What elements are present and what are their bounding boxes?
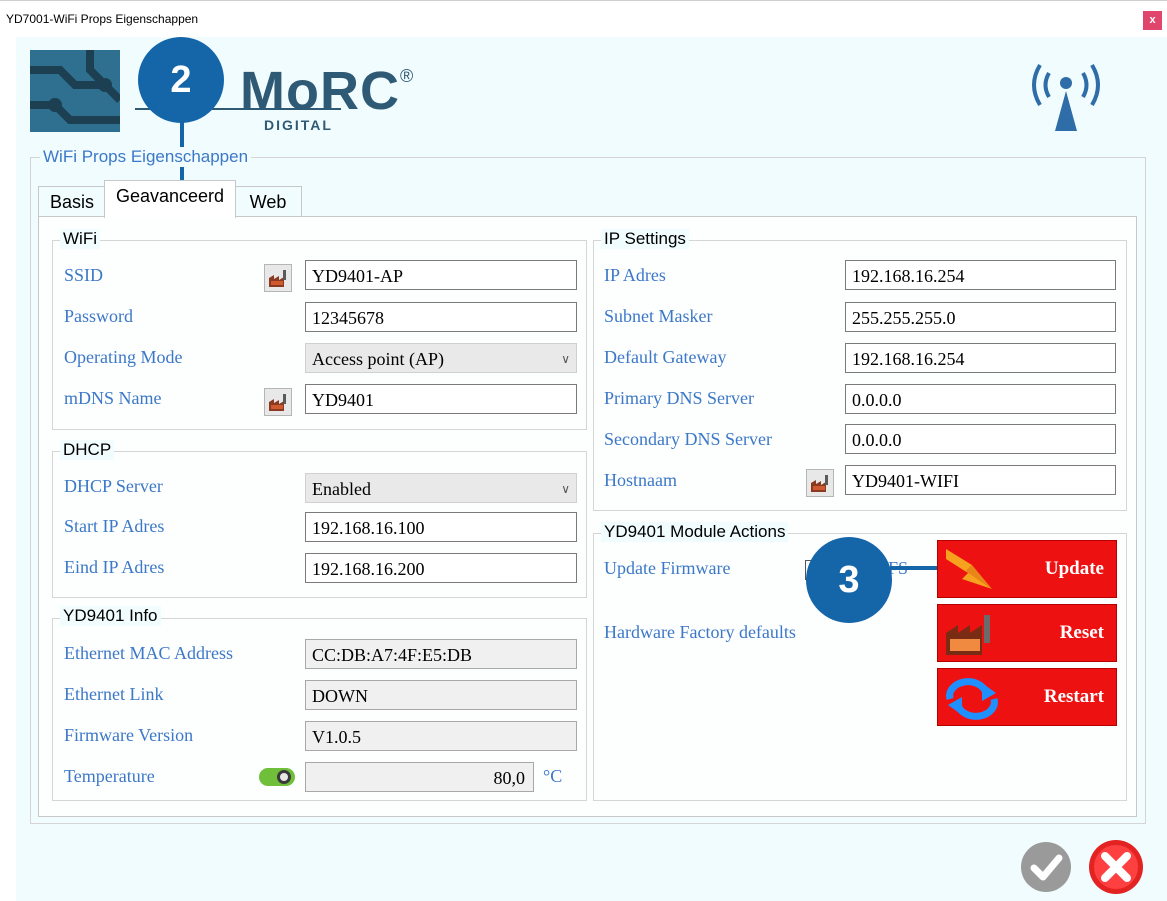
secondary-dns-input[interactable]: 0.0.0.0 <box>845 424 1116 454</box>
cancel-circle-icon[interactable] <box>1088 839 1144 895</box>
password-input[interactable]: 12345678 <box>305 302 577 332</box>
start-ip-label: Start IP Adres <box>64 516 165 536</box>
check-circle-icon[interactable] <box>1020 841 1072 893</box>
factory-icon <box>269 270 286 287</box>
update-button[interactable]: Update <box>937 540 1117 598</box>
mdns-factory-button[interactable] <box>264 388 292 416</box>
restart-button-label: Restart <box>1043 686 1104 707</box>
chevron-down-icon: ∨ <box>561 482 570 496</box>
password-label: Password <box>64 306 134 326</box>
start-ip-input[interactable]: 192.168.16.100 <box>305 512 577 542</box>
primary-dns-label: Primary DNS Server <box>604 388 754 408</box>
primary-dns-input[interactable]: 0.0.0.0 <box>845 384 1116 414</box>
dhcp-group-title: DHCP <box>60 440 115 460</box>
mdns-label: mDNS Name <box>64 388 162 408</box>
callout-2-badge: 2 <box>138 37 224 123</box>
operating-mode-label: Operating Mode <box>64 347 183 367</box>
temperature-toggle[interactable] <box>258 766 298 788</box>
ip-settings-group-title: IP Settings <box>601 229 689 249</box>
wifi-antenna-icon <box>1032 63 1100 131</box>
mac-value: CC:DB:A7:4F:E5:DB <box>305 639 577 669</box>
factory-icon <box>946 615 990 655</box>
window-titlebar: YD7001-WiFi Props Eigenschappen x <box>0 0 1167 38</box>
firmware-version-value: V1.0.5 <box>305 721 577 751</box>
update-firmware-label: Update Firmware <box>604 558 731 578</box>
ethernet-link-label: Ethernet Link <box>64 684 164 704</box>
secondary-dns-label: Secondary DNS Server <box>604 429 772 449</box>
operating-mode-value: Access point (AP) <box>312 349 444 369</box>
dhcp-server-label: DHCP Server <box>64 476 163 496</box>
tab-web[interactable]: Web <box>234 186 302 217</box>
temperature-value: 80,0 <box>305 762 534 792</box>
factory-icon <box>269 394 286 411</box>
mdns-input[interactable]: YD9401 <box>305 384 577 414</box>
module-actions-group-title: YD9401 Module Actions <box>601 522 789 542</box>
gateway-label: Default Gateway <box>604 347 727 367</box>
gateway-input[interactable]: 192.168.16.254 <box>845 343 1116 373</box>
morc-logo-icon <box>30 50 120 132</box>
dhcp-server-select[interactable]: Enabled ∨ <box>305 473 577 503</box>
callout-3-badge: 3 <box>806 537 892 623</box>
tab-basis[interactable]: Basis <box>38 186 106 217</box>
brand-name: MoRC® <box>240 61 415 121</box>
hostname-label: Hostnaam <box>604 470 677 490</box>
factory-defaults-label: Hardware Factory defaults <box>604 622 796 642</box>
brand-sub: DIGITAL <box>264 117 333 133</box>
ssid-label: SSID <box>64 265 104 285</box>
firmware-version-label: Firmware Version <box>64 725 194 745</box>
close-window-button[interactable]: x <box>1143 11 1162 30</box>
hostname-factory-button[interactable] <box>806 469 834 497</box>
end-ip-label: Eind IP Adres <box>64 557 165 577</box>
ip-address-input[interactable]: 192.168.16.254 <box>845 260 1116 290</box>
reset-button[interactable]: Reset <box>937 604 1117 662</box>
subnet-input[interactable]: 255.255.255.0 <box>845 302 1116 332</box>
module-info-group-title: YD9401 Info <box>60 606 161 626</box>
window-title: YD7001-WiFi Props Eigenschappen <box>6 12 199 26</box>
ethernet-link-value: DOWN <box>305 680 577 710</box>
dhcp-server-value: Enabled <box>312 479 371 499</box>
group-title: WiFi Props Eigenschappen <box>40 147 252 167</box>
restart-icon <box>946 678 998 720</box>
end-ip-input[interactable]: 192.168.16.200 <box>305 553 577 583</box>
operating-mode-select[interactable]: Access point (AP) ∨ <box>305 343 577 373</box>
temperature-unit: °C <box>543 766 563 786</box>
ip-address-label: IP Adres <box>604 265 666 285</box>
chevron-down-icon: ∨ <box>561 352 570 366</box>
temperature-label: Temperature <box>64 766 155 786</box>
callout-3-pointer <box>890 566 940 570</box>
tab-geavanceerd[interactable]: Geavanceerd <box>104 180 236 218</box>
subnet-label: Subnet Masker <box>604 306 713 326</box>
mac-label: Ethernet MAC Address <box>64 643 233 663</box>
update-button-label: Update <box>1044 558 1104 579</box>
ssid-input[interactable]: YD9401-AP <box>305 260 577 290</box>
reset-button-label: Reset <box>1059 622 1104 643</box>
factory-icon <box>811 475 828 492</box>
restart-button[interactable]: Restart <box>937 668 1117 726</box>
wifi-group-title: WiFi <box>60 229 100 249</box>
update-arrow-icon <box>946 549 992 589</box>
ssid-factory-button[interactable] <box>264 264 292 292</box>
hostname-input[interactable]: YD9401-WIFI <box>845 465 1116 495</box>
